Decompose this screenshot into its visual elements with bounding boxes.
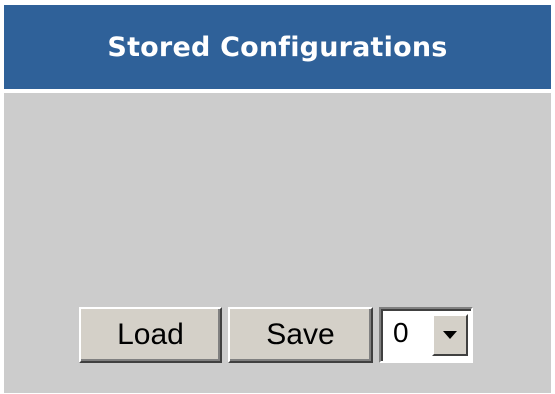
panel-body: Load Save 0 xyxy=(4,93,551,393)
load-button[interactable]: Load xyxy=(79,307,222,363)
panel-title: Stored Configurations xyxy=(107,31,448,63)
stored-configurations-panel: Stored Configurations Load Save 0 xyxy=(4,0,551,393)
panel-header: Stored Configurations xyxy=(4,5,551,89)
dropdown-arrow-button[interactable] xyxy=(432,314,468,356)
save-button[interactable]: Save xyxy=(228,307,373,363)
configuration-slot-select[interactable]: 0 xyxy=(379,307,473,363)
selected-slot-value: 0 xyxy=(393,317,409,348)
configuration-controls: Load Save 0 xyxy=(79,307,473,363)
chevron-down-icon xyxy=(443,331,457,339)
